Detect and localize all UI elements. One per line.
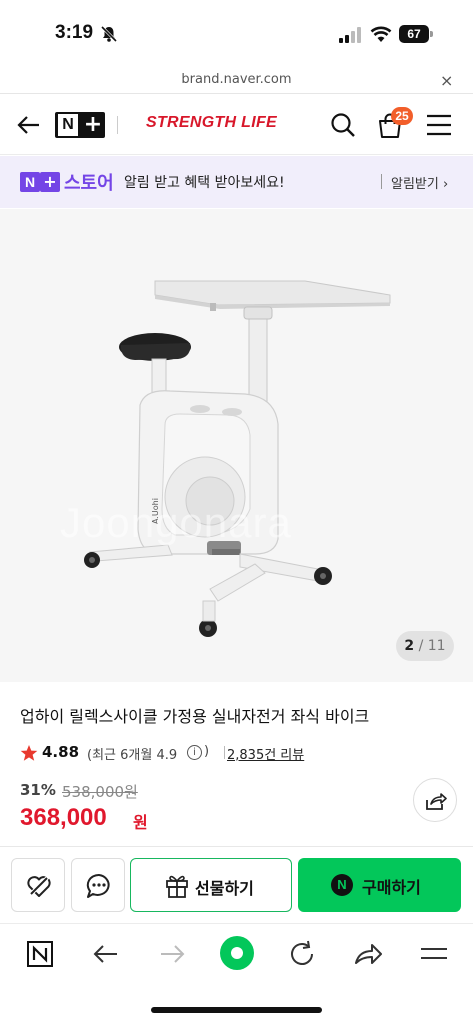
browser-back-button[interactable]	[90, 938, 122, 970]
star-icon	[20, 745, 38, 761]
signal-icon	[339, 27, 361, 43]
battery-level: 67	[399, 25, 429, 43]
wifi-icon	[370, 26, 392, 42]
price-currency: 원	[133, 813, 148, 832]
rating-score: 4.88	[42, 743, 80, 761]
rating-divider	[224, 746, 225, 759]
forward-arrow-icon	[161, 945, 185, 963]
menu-icon[interactable]	[426, 113, 452, 137]
browser-toolbar	[0, 923, 473, 1024]
product-image-gallery[interactable]: A.Uohi Joongonara 2 / 11	[0, 209, 473, 682]
gallery-watermark: Joongonara	[60, 499, 292, 546]
status-time: 3:19	[55, 22, 94, 43]
browser-share-button[interactable]	[352, 938, 384, 970]
buy-button-label: 구매하기	[362, 878, 421, 897]
naver-home-button[interactable]	[24, 938, 56, 970]
brand-logo[interactable]: STRENGTH LIFE	[146, 114, 277, 132]
site-header: N + STRENGTH LIFE 25	[0, 95, 473, 155]
store-alert-banner[interactable]: N + 스토어 알림 받고 혜택 받아보세요! 알림받기 ›	[0, 156, 473, 208]
home-indicator	[151, 1007, 322, 1013]
close-icon[interactable]: ×	[440, 71, 453, 90]
battery-icon: 67	[399, 25, 433, 43]
share-icon	[426, 793, 447, 810]
store-logo-plus: +	[40, 172, 60, 192]
menu-icon	[421, 948, 447, 959]
gift-button-label: 선물하기	[195, 879, 254, 898]
gift-icon	[166, 875, 188, 898]
url-bar[interactable]: brand.naver.com ×	[0, 66, 473, 94]
status-bar: 3:19 67	[0, 0, 473, 66]
talk-talk-button[interactable]	[71, 858, 125, 912]
gift-button[interactable]: 선물하기	[130, 858, 292, 912]
buy-button[interactable]: N 구매하기	[298, 858, 461, 912]
image-counter-current: 2	[404, 638, 415, 654]
heart-icon	[27, 874, 51, 898]
green-dot-button[interactable]	[218, 934, 256, 972]
purchase-action-bar: 선물하기 N 구매하기	[0, 846, 473, 922]
product-title: 업하이 릴렉스사이클 가정용 실내자전거 좌식 바이크	[20, 707, 370, 726]
browser-forward-button[interactable]	[156, 938, 188, 970]
image-counter-slash: /	[418, 638, 424, 654]
refresh-button[interactable]	[286, 938, 318, 970]
browser-menu-button[interactable]	[418, 938, 450, 970]
green-dot-icon	[220, 936, 254, 970]
alert-message: 알림 받고 혜택 받아보세요!	[124, 175, 285, 191]
recent-rating: (최근 6개월 4.9	[87, 748, 178, 763]
chat-icon	[86, 873, 110, 898]
product-image: A.Uohi	[84, 280, 391, 637]
sale-price: 368,000	[20, 804, 107, 831]
share-button[interactable]	[413, 778, 457, 822]
banner-divider	[381, 174, 382, 189]
cart-count-badge: 25	[391, 107, 413, 125]
url-text[interactable]: brand.naver.com	[0, 72, 473, 87]
naver-n-icon	[27, 941, 53, 967]
image-counter: 2 / 11	[396, 631, 454, 661]
subscribe-alert-button[interactable]: 알림받기 ›	[391, 173, 448, 192]
review-count-link[interactable]: 2,835건 리뷰	[227, 744, 304, 763]
nplus-logo[interactable]: N +	[55, 112, 105, 138]
discount-rate: 31%	[20, 781, 56, 799]
share-arrow-icon	[355, 944, 382, 964]
back-arrow-icon[interactable]	[16, 112, 42, 138]
search-icon[interactable]	[330, 112, 356, 138]
nplus-logo-n: N	[58, 114, 78, 136]
npay-icon: N	[331, 874, 353, 896]
back-arrow-icon	[93, 945, 117, 963]
bell-slash-icon	[100, 25, 118, 43]
recent-rating-close: )	[204, 744, 210, 759]
original-price: 538,000원	[62, 783, 138, 801]
refresh-icon	[291, 940, 313, 965]
image-counter-total: 11	[427, 638, 446, 654]
store-logo-n: N	[20, 172, 40, 192]
wishlist-button[interactable]	[11, 858, 65, 912]
nplus-logo-plus: +	[83, 112, 103, 137]
store-label: 스토어	[64, 173, 114, 194]
info-icon[interactable]: i	[187, 745, 202, 760]
header-divider	[117, 116, 118, 134]
